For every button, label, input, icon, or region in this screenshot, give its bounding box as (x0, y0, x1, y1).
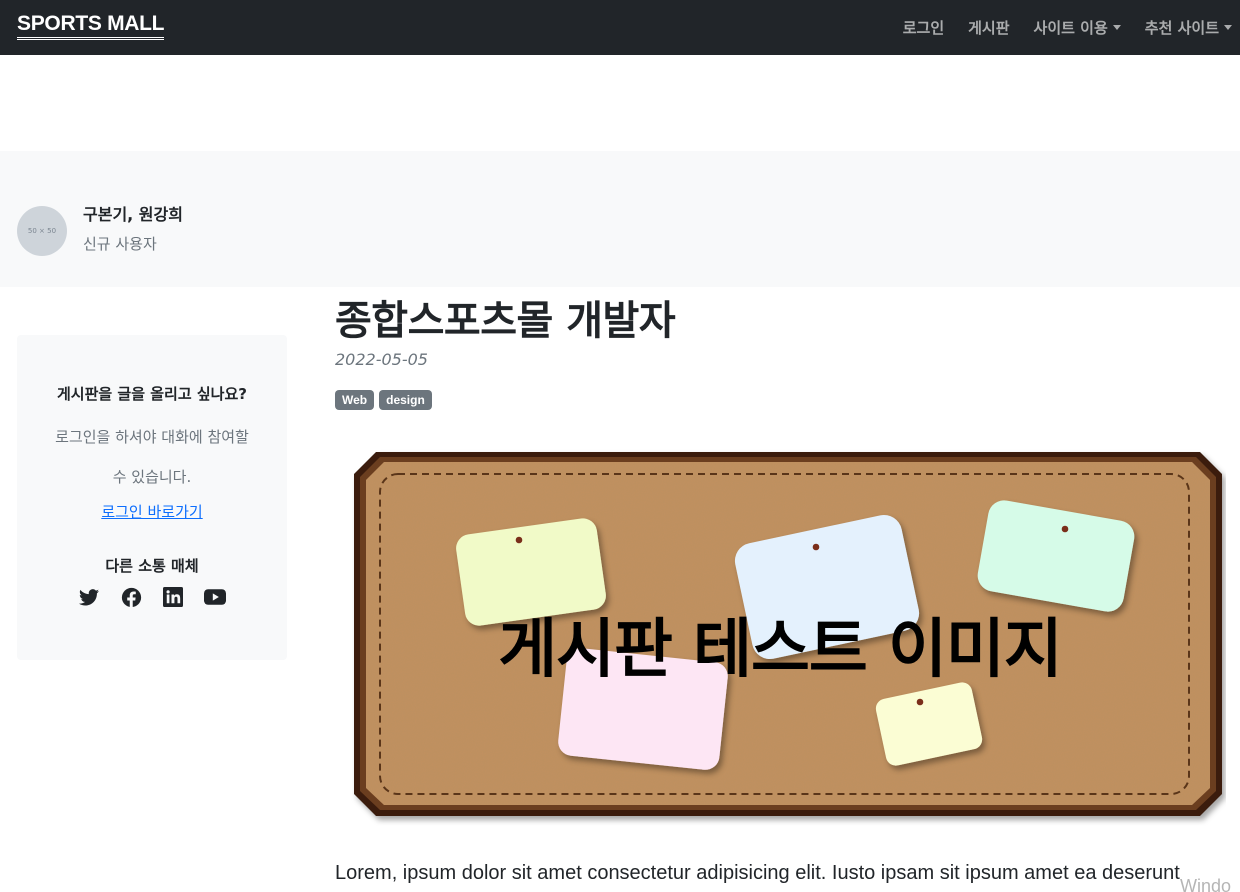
caret-down-icon (1224, 25, 1232, 30)
os-watermark: Windo (1180, 876, 1232, 892)
avatar: 50 × 50 (17, 206, 67, 256)
post-tags: Web design (335, 390, 432, 410)
tag-badge[interactable]: design (379, 390, 432, 410)
nav-item-recommended-sites[interactable]: 추천 사이트 (1145, 17, 1232, 38)
brand-logo[interactable]: SPORTS MALL (17, 12, 165, 40)
post-body: Lorem, ipsum dolor sit amet consectetur … (335, 862, 1180, 884)
post-title: 종합스포츠몰 개발자 (335, 298, 676, 344)
sidebar-card: 게시판을 글을 올리고 싶나요? 로그인을 하셔야 대화에 참여할 수 있습니다… (17, 335, 287, 660)
social-links (77, 585, 227, 609)
sidebar-text: 로그인을 하셔야 대화에 참여할 수 있습니다. (55, 428, 249, 486)
author-name: 구본기, 원강희 (83, 205, 183, 224)
nav-menu: 로그인 게시판 사이트 이용 추천 사이트 (903, 0, 1232, 55)
sidebar-title: 게시판을 글을 올리고 싶나요? (57, 385, 247, 403)
post-date: 2022-05-05 (335, 350, 428, 369)
navbar: SPORTS MALL 로그인 게시판 사이트 이용 추천 사이트 (0, 0, 1240, 55)
tag-badge[interactable]: Web (335, 390, 375, 410)
youtube-icon[interactable] (203, 585, 227, 609)
linkedin-icon[interactable] (161, 585, 185, 609)
login-link[interactable]: 로그인 바로가기 (17, 501, 287, 522)
social-title: 다른 소통 매체 (105, 557, 199, 575)
image-caption: 게시판 테스트 이미지 (498, 613, 1062, 687)
twitter-icon[interactable] (77, 585, 101, 609)
nav-item-board[interactable]: 게시판 (968, 17, 1009, 38)
author-role: 신규 사용자 (83, 235, 157, 253)
facebook-icon[interactable] (119, 585, 143, 609)
nav-item-login[interactable]: 로그인 (903, 17, 944, 38)
nav-item-site-usage[interactable]: 사이트 이용 (1034, 17, 1121, 38)
author-bar: 50 × 50 구본기, 원강희 신규 사용자 (0, 151, 1240, 287)
caret-down-icon (1112, 25, 1121, 30)
